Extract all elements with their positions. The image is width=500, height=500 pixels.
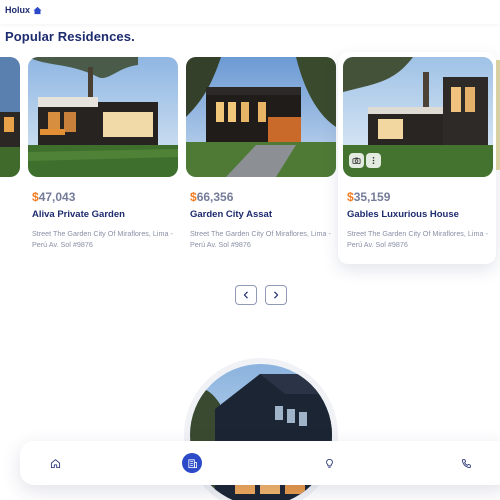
property-card[interactable]: $66,356 Garden City Assat Street The Gar… bbox=[186, 52, 346, 264]
price-value: 47,043 bbox=[38, 190, 76, 204]
more-options-button[interactable] bbox=[366, 153, 381, 168]
property-price: $35,159 bbox=[347, 190, 390, 204]
partial-card-edge bbox=[496, 60, 500, 170]
price-currency: $ bbox=[190, 190, 197, 204]
home-icon bbox=[50, 458, 60, 468]
property-photo[interactable] bbox=[28, 57, 178, 177]
property-photo[interactable] bbox=[343, 57, 493, 177]
property-card[interactable]: $47,043 Aliva Private Garden Street The … bbox=[28, 52, 188, 264]
bottom-navigation bbox=[20, 441, 500, 485]
chevron-right-icon bbox=[274, 291, 279, 299]
nav-ideas[interactable] bbox=[319, 453, 339, 473]
nav-contact[interactable] bbox=[456, 453, 476, 473]
price-currency: $ bbox=[32, 190, 39, 204]
property-card-active[interactable]: $35,159 Gables Luxurious House Street Th… bbox=[338, 52, 496, 264]
building-icon bbox=[187, 458, 197, 468]
price-currency: $ bbox=[347, 190, 354, 204]
phone-icon bbox=[461, 458, 471, 468]
camera-button[interactable] bbox=[349, 153, 364, 168]
section-title: Popular Residences. bbox=[5, 29, 135, 44]
chevron-left-icon bbox=[243, 291, 248, 299]
brand-logo[interactable]: Holux bbox=[5, 5, 42, 15]
nav-properties[interactable] bbox=[182, 453, 202, 473]
partial-card-photo[interactable] bbox=[0, 57, 20, 177]
top-bar: Holux bbox=[0, 0, 500, 24]
brand-name: Holux bbox=[5, 5, 31, 15]
price-value: 35,159 bbox=[353, 190, 391, 204]
property-address: Street The Garden City Of Miraflores, Li… bbox=[190, 229, 331, 249]
camera-icon bbox=[352, 157, 361, 165]
property-name[interactable]: Gables Luxurious House bbox=[347, 209, 459, 220]
price-value: 66,356 bbox=[196, 190, 234, 204]
lightbulb-icon bbox=[325, 458, 333, 468]
property-address: Street The Garden City Of Miraflores, Li… bbox=[347, 229, 488, 249]
property-name[interactable]: Garden City Assat bbox=[190, 209, 272, 220]
more-vertical-icon bbox=[372, 156, 375, 165]
next-button[interactable] bbox=[265, 285, 287, 305]
home-icon bbox=[33, 6, 42, 14]
property-price: $47,043 bbox=[32, 190, 75, 204]
property-price: $66,356 bbox=[190, 190, 233, 204]
property-address: Street The Garden City Of Miraflores, Li… bbox=[32, 229, 173, 249]
nav-home[interactable] bbox=[45, 453, 65, 473]
property-photo[interactable] bbox=[186, 57, 336, 177]
previous-button[interactable] bbox=[235, 285, 257, 305]
property-name[interactable]: Aliva Private Garden bbox=[32, 209, 125, 220]
photo-tools bbox=[349, 153, 381, 168]
house-photo bbox=[0, 57, 20, 177]
